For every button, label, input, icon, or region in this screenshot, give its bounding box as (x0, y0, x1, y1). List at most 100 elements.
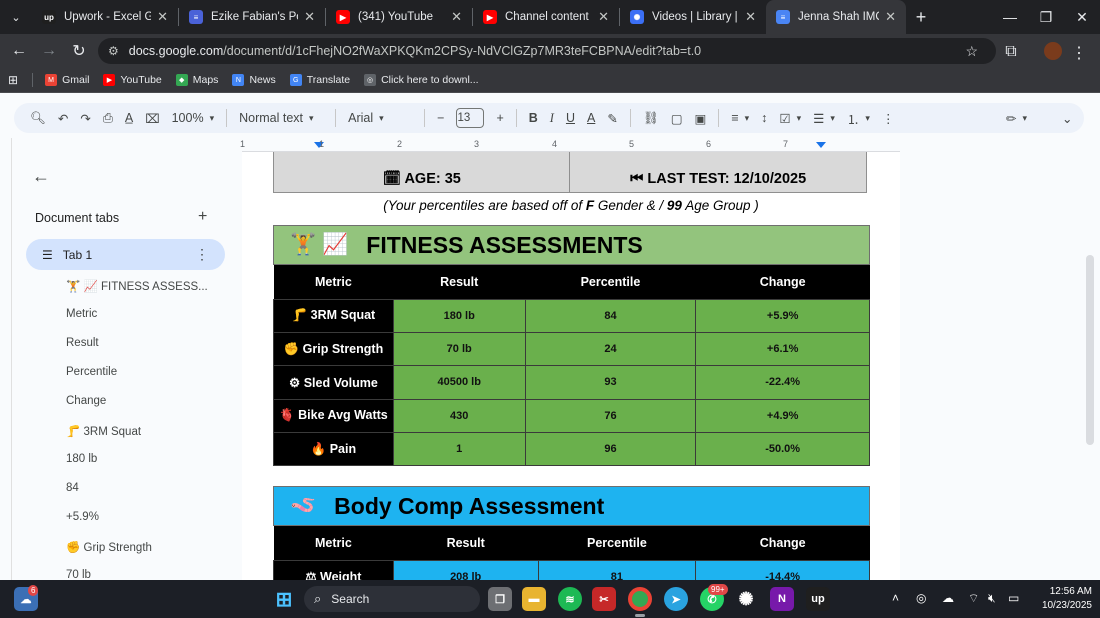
cell-result[interactable]: 70 lb (392, 331, 526, 367)
close-tab-icon[interactable]: ✕ (157, 9, 168, 25)
add-tab-button[interactable]: + (198, 208, 207, 226)
editing-mode-icon[interactable]: ✏ (1006, 111, 1027, 126)
back-icon[interactable]: ← (4, 42, 34, 60)
bookmark-item[interactable]: ◆ Maps (175, 74, 218, 86)
tab-1[interactable]: ☰ Tab 1 ⋮ (26, 239, 225, 270)
wifi-icon[interactable]: ⌔ (968, 591, 979, 606)
print-icon[interactable]: ⎙ (103, 111, 113, 126)
onedrive-icon[interactable]: ☁ (942, 591, 954, 605)
bookmark-item[interactable]: N News (232, 74, 276, 86)
taskbar-search[interactable]: ⌕ Search (304, 586, 480, 612)
outline-item[interactable]: 🦵 3RM Squat (66, 424, 141, 438)
bulleted-list-icon[interactable]: ☰ (813, 111, 835, 126)
outline-item[interactable]: Percentile (66, 366, 117, 378)
outline-item[interactable]: Metric (66, 308, 97, 320)
tab-search-icon[interactable]: ⌄ (0, 0, 32, 34)
cell-change[interactable]: +4.9% (695, 398, 870, 434)
checklist-icon[interactable]: ☑ (779, 111, 801, 126)
column-header[interactable]: Metric (273, 265, 394, 299)
cell-result[interactable]: 1 (392, 432, 526, 467)
cell-metric[interactable]: 🫀 Bike Avg Watts (273, 398, 394, 434)
cell-result[interactable]: 40500 lb (392, 365, 526, 400)
tab-options-icon[interactable]: ⋮ (195, 246, 209, 263)
line-spacing-icon[interactable]: ↕ (761, 111, 767, 125)
column-header[interactable]: Metric (273, 526, 394, 560)
site-info-icon[interactable]: ⚙ (108, 44, 119, 58)
cell-change[interactable]: +5.9% (695, 298, 870, 333)
column-header[interactable]: Result (393, 265, 526, 299)
close-window-icon[interactable]: ✕ (1064, 0, 1100, 34)
cell-change[interactable]: -14.4% (695, 559, 870, 580)
reload-icon[interactable]: ↻ (64, 41, 94, 61)
extensions-icon[interactable]: ⧉ (996, 43, 1026, 61)
column-header[interactable]: Change (695, 265, 870, 299)
close-tab-icon[interactable]: ✕ (885, 9, 896, 25)
paint-format-icon[interactable]: ⌧ (145, 111, 159, 126)
browser-tab[interactable]: ▶ Channel content - Yo ✕ (473, 0, 619, 34)
cell-change[interactable]: -50.0% (695, 432, 870, 467)
task-view-icon[interactable]: ❐ (488, 587, 512, 611)
right-indent-marker[interactable] (816, 142, 826, 148)
chatgpt-icon[interactable]: ✺ (734, 587, 758, 611)
show-hidden-icons-icon[interactable]: ˄ (892, 591, 899, 605)
file-explorer-icon[interactable]: ▬ (522, 587, 546, 611)
decrease-font-size-icon[interactable]: − (437, 111, 444, 125)
spotify-icon[interactable]: ≋ (558, 587, 582, 611)
more-options-icon[interactable]: ⋮ (882, 111, 895, 126)
outline-item[interactable]: 180 lb (66, 453, 97, 465)
profile-avatar[interactable] (1044, 42, 1062, 60)
align-icon[interactable]: ≡ (731, 111, 749, 125)
browser-tab[interactable]: ≡ Jenna Shah IMOC Fit ✕ (766, 0, 906, 34)
age-cell[interactable]: 🗓 AGE: 35 (272, 152, 571, 193)
tray-app-icon[interactable]: ◎ (916, 591, 926, 605)
close-tab-icon[interactable]: ✕ (451, 9, 462, 25)
snipping-tool-icon[interactable]: ✂ (592, 587, 616, 611)
cell-metric[interactable]: 🔥 Pain (273, 432, 394, 467)
cell-change[interactable]: +6.1% (695, 331, 870, 367)
cell-result[interactable]: 208 lb (392, 559, 539, 580)
browser-tab[interactable]: ▶ (341) YouTube ✕ (326, 0, 472, 34)
close-tab-icon[interactable]: ✕ (598, 9, 609, 25)
outline-item[interactable]: 🏋 📈 FITNESS ASSESS... (66, 279, 208, 293)
bookmark-item[interactable]: ◎ Click here to downl... (364, 74, 479, 86)
onenote-icon[interactable]: N (770, 587, 794, 611)
close-tab-icon[interactable]: ✕ (745, 9, 756, 25)
browser-tab[interactable]: up Upwork - Excel Goog ✕ (32, 0, 178, 34)
percentile-note[interactable]: (Your percentiles are based off of F Gen… (242, 198, 900, 213)
insert-image-icon[interactable]: ▣ (695, 111, 707, 126)
cell-metric[interactable]: ✊ Grip Strength (273, 331, 394, 367)
search-menus-icon[interactable]: 🔍︎ (30, 111, 46, 126)
undo-icon[interactable]: ↶ (58, 111, 68, 126)
chrome-taskbar-icon[interactable] (628, 587, 652, 611)
cell-result[interactable]: 180 lb (392, 298, 526, 333)
numbered-list-icon[interactable]: ⒈ (847, 109, 870, 128)
restore-icon[interactable]: ❐ (1028, 0, 1064, 34)
cell-percentile[interactable]: 93 (524, 365, 697, 400)
new-tab-button[interactable]: + (906, 7, 936, 28)
font-size-input[interactable]: 13 (456, 108, 485, 128)
cell-change[interactable]: -22.4% (695, 365, 870, 400)
add-comment-icon[interactable]: ▢ (671, 111, 683, 126)
outline-item[interactable]: Result (66, 337, 99, 349)
redo-icon[interactable]: ↷ (80, 111, 90, 126)
cell-result[interactable]: 430 (392, 398, 526, 434)
document-page[interactable]: 🗓 AGE: 35 ⏮ LAST TEST: 12/10/2025 (Your … (242, 152, 900, 580)
column-header[interactable]: Percentile (538, 526, 696, 560)
cell-metric[interactable]: ⚙ Sled Volume (273, 365, 394, 400)
column-header[interactable]: Result (393, 526, 539, 560)
body-comp-heading[interactable]: 🪱 Body Comp Assessment (273, 486, 870, 526)
bookmark-item[interactable]: ▶ YouTube (103, 74, 162, 86)
apps-icon[interactable]: ⊞ (8, 73, 18, 87)
minimize-icon[interactable]: — (992, 0, 1028, 34)
omnibox[interactable]: ⚙ docs.google.com/document/d/1cFhejNO2fW… (98, 38, 996, 64)
style-select[interactable]: Normal text (239, 111, 323, 125)
fitness-assessments-heading[interactable]: 🏋📈 FITNESS ASSESSMENTS (273, 225, 870, 265)
telegram-icon[interactable]: ➤ (664, 587, 688, 611)
column-header[interactable]: Change (695, 526, 870, 560)
battery-icon[interactable]: ▭ (1008, 591, 1019, 605)
vertical-scrollbar[interactable] (1086, 255, 1094, 445)
outline-item[interactable]: +5.9% (66, 511, 99, 523)
cell-percentile[interactable]: 24 (524, 331, 697, 367)
upwork-taskbar-icon[interactable]: up (806, 587, 830, 611)
browser-tab[interactable]: ≡ Ezike Fabian's Portfoli ✕ (179, 0, 325, 34)
